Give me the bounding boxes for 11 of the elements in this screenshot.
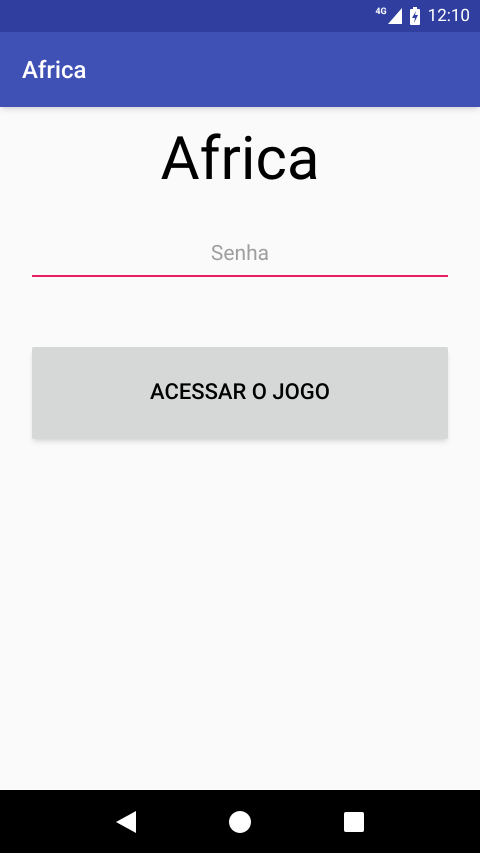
signal-icon	[388, 8, 402, 24]
password-field[interactable]: Senha	[32, 239, 448, 276]
clock: 12:10	[428, 8, 470, 24]
page-heading: Africa	[160, 129, 320, 189]
app-title: Africa	[22, 54, 86, 86]
access-game-button[interactable]: ACESSAR O JOGO	[32, 346, 448, 438]
battery-icon	[410, 7, 420, 25]
back-icon[interactable]	[116, 810, 136, 832]
home-icon[interactable]	[228, 810, 251, 832]
network-type: 4G	[375, 8, 387, 17]
recents-icon[interactable]	[344, 812, 364, 832]
